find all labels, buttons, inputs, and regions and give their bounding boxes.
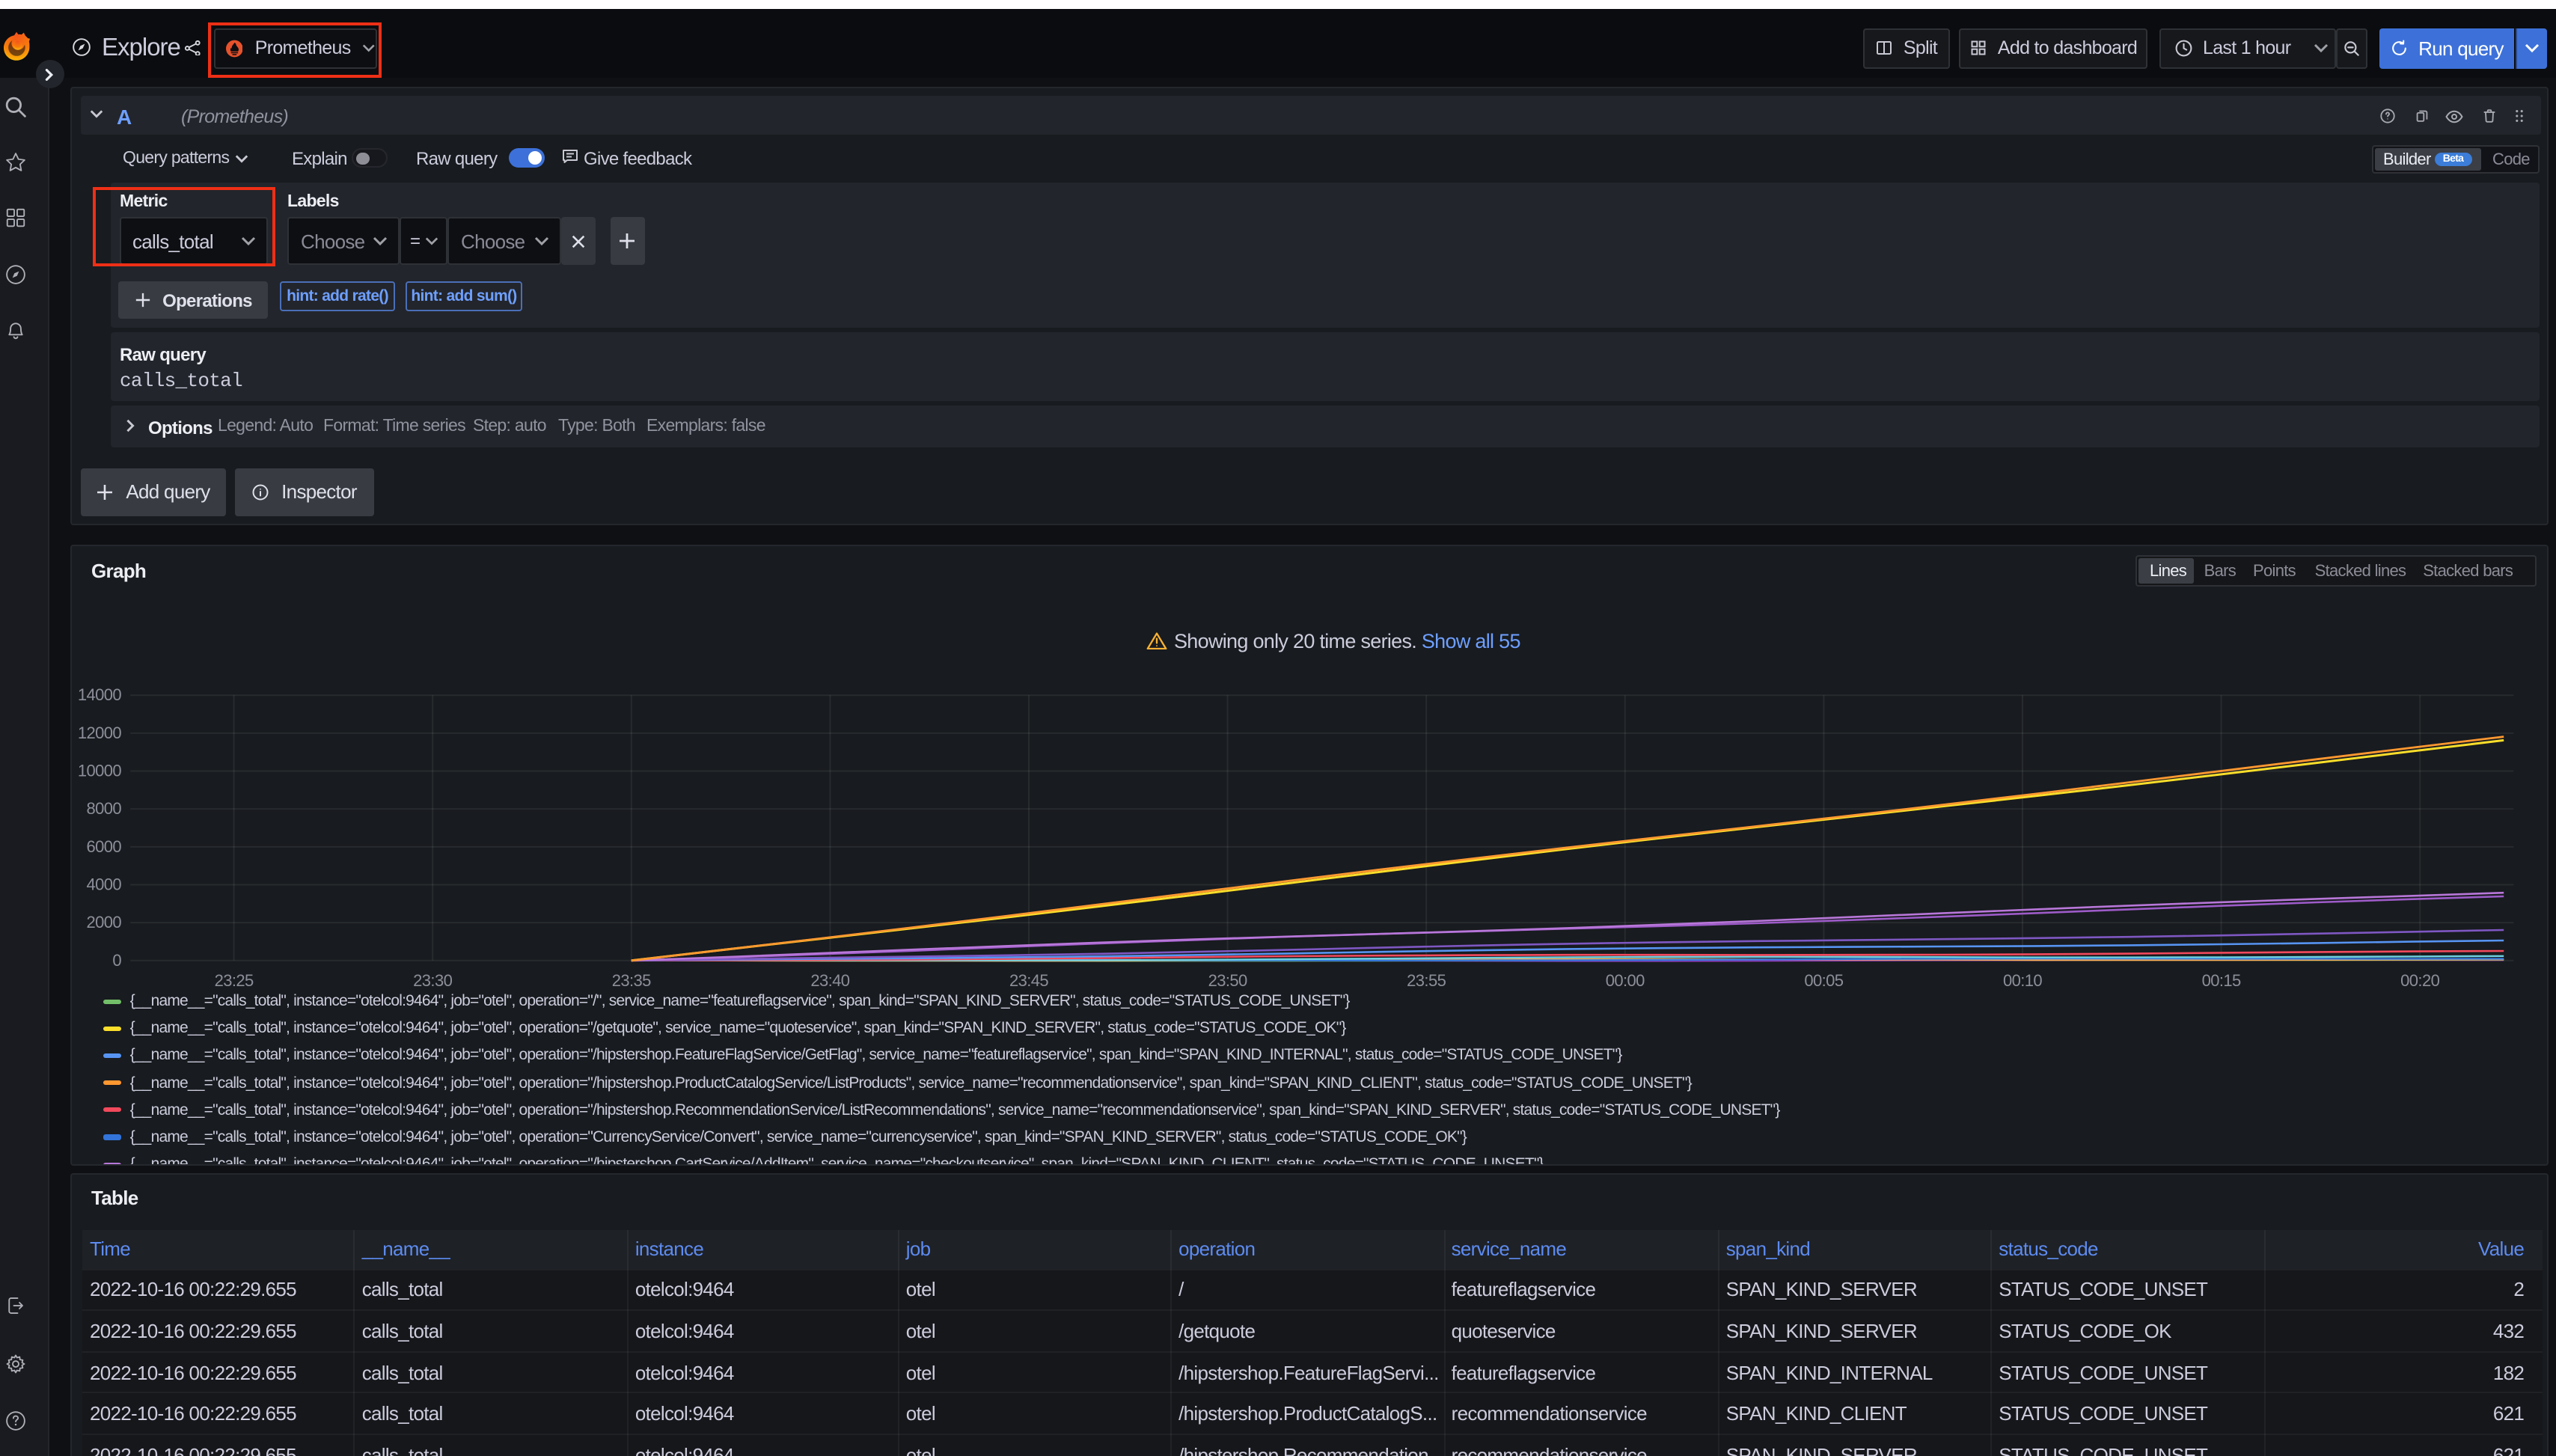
svg-text:00:15: 00:15: [2201, 970, 2240, 989]
svg-text:8000: 8000: [85, 798, 120, 817]
svg-text:00:05: 00:05: [1803, 970, 1842, 989]
svg-text:23:40: 23:40: [810, 970, 849, 989]
svg-text:23:55: 23:55: [1406, 970, 1445, 989]
svg-text:00:20: 00:20: [2400, 970, 2439, 989]
svg-text:4000: 4000: [85, 874, 120, 893]
svg-text:14000: 14000: [77, 685, 121, 703]
svg-text:23:25: 23:25: [214, 970, 253, 989]
svg-text:00:10: 00:10: [2002, 970, 2041, 989]
svg-text:23:30: 23:30: [412, 970, 451, 989]
svg-text:23:50: 23:50: [1208, 970, 1247, 989]
svg-text:10000: 10000: [77, 761, 121, 780]
svg-text:23:35: 23:35: [611, 970, 650, 989]
svg-text:2000: 2000: [85, 912, 120, 931]
svg-text:12000: 12000: [77, 723, 121, 741]
svg-text:00:00: 00:00: [1605, 970, 1644, 989]
svg-text:0: 0: [111, 950, 120, 969]
svg-text:6000: 6000: [85, 836, 120, 855]
svg-text:23:45: 23:45: [1009, 970, 1048, 989]
